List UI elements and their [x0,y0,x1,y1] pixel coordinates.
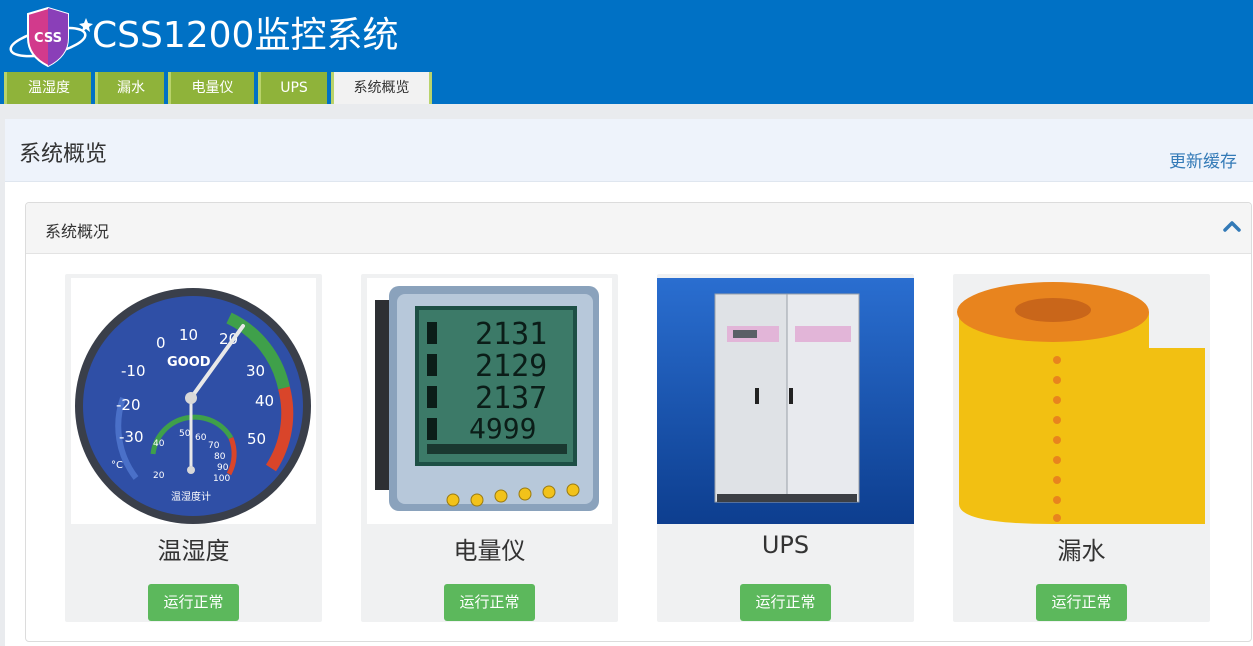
panel-title: 系统概况 [45,222,110,241]
device-name: UPS [761,531,810,559]
tab-water-leak[interactable]: 漏水 [95,72,164,104]
overview-panel: 系统概况 0 10 20 -10 -20 -30 30 40 50 GOOD 4… [25,202,1252,642]
tab-power-meter[interactable]: 电量仪 [168,72,254,104]
ups-cabinet-image [657,278,914,524]
svg-text:-20: -20 [116,396,141,414]
device-card-power-meter: 2131 2129 2137 4999 电量仪 运行正常 [361,274,618,622]
svg-text:2129: 2129 [475,349,547,384]
device-card-ups: UPS 运行正常 [657,274,914,622]
tab-system-overview[interactable]: 系统概览 [331,72,432,104]
svg-text:温湿度计: 温湿度计 [171,490,211,503]
svg-text:80: 80 [214,452,226,462]
svg-text:2137: 2137 [475,381,547,416]
svg-text:GOOD: GOOD [167,355,211,370]
css-shield-logo: CSS [9,6,93,68]
app-title: CSS1200监控系统 [92,15,399,56]
page-header: 系统概览 更新缓存 [5,119,1253,182]
device-name: 电量仪 [453,537,526,565]
panel-header: 系统概况 [26,203,1251,254]
status-button[interactable]: 运行正常 [1036,584,1127,621]
svg-text:50: 50 [247,430,266,448]
svg-text:90: 90 [217,463,229,473]
chevron-up-icon[interactable] [1223,219,1241,233]
power-meter-image: 2131 2129 2137 4999 [367,278,612,524]
svg-text:60: 60 [195,433,207,443]
svg-text:50: 50 [179,429,191,439]
svg-text:-10: -10 [121,362,146,380]
refresh-cache-link[interactable]: 更新缓存 [1169,147,1237,172]
device-card-temperature-humidity: 0 10 20 -10 -20 -30 30 40 50 GOOD 40 50 … [65,274,322,622]
page-title: 系统概览 [19,142,108,167]
svg-text:40: 40 [153,439,165,449]
svg-text:70: 70 [208,441,220,451]
status-button[interactable]: 运行正常 [740,584,831,621]
svg-text:2131: 2131 [475,317,547,352]
device-name: 温湿度 [157,537,230,565]
thermo-hygrometer-image: 0 10 20 -10 -20 -30 30 40 50 GOOD 40 50 … [71,278,316,524]
svg-text:20: 20 [153,471,165,481]
top-tabs: 温湿度 漏水 电量仪 UPS 系统概览 [4,72,436,104]
device-card-water-leak: 漏水 运行正常 [953,274,1210,622]
svg-text:10: 10 [179,326,198,344]
svg-text:4999: 4999 [469,412,536,445]
svg-text:°C: °C [111,460,123,471]
svg-text:-30: -30 [119,428,144,446]
svg-text:30: 30 [246,362,265,380]
status-button[interactable]: 运行正常 [148,584,239,621]
status-button[interactable]: 运行正常 [444,584,535,621]
svg-text:40: 40 [255,392,274,410]
water-leak-cable-image [953,278,1210,524]
logo-text: CSS [34,31,62,46]
svg-text:0: 0 [156,334,166,352]
device-name: 漏水 [1057,537,1106,565]
tab-ups[interactable]: UPS [258,72,327,104]
main-content: 系统概览 更新缓存 系统概况 0 10 20 -10 -20 -30 30 40… [5,119,1253,646]
svg-text:100: 100 [213,474,230,484]
app-header: CSS CSS1200监控系统 温湿度 漏水 电量仪 UPS 系统概览 [0,0,1253,104]
tab-temperature-humidity[interactable]: 温湿度 [4,72,91,104]
